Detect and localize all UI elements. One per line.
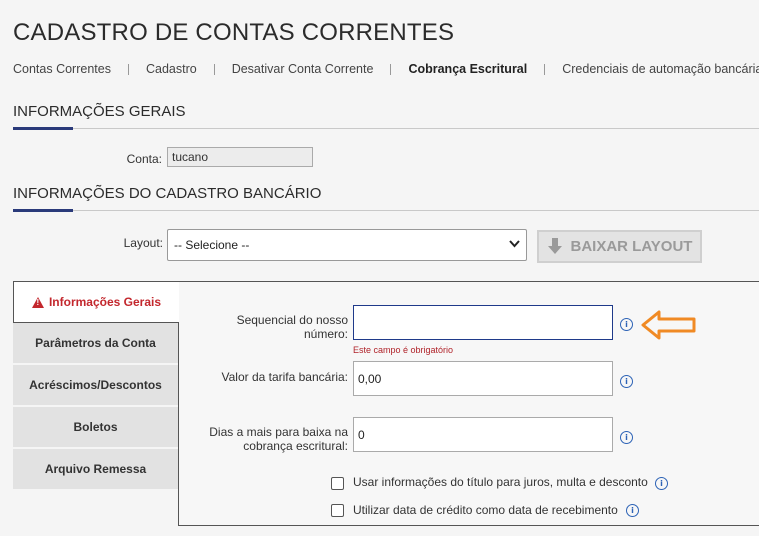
nav-cobranca-escritural[interactable]: Cobrança Escritural <box>408 62 527 76</box>
dias-baixa-input[interactable]: 0 <box>353 417 613 452</box>
dias-baixa-label-line1: Dias a mais para baixa na <box>209 425 348 439</box>
info-icon[interactable]: i <box>620 375 633 388</box>
data-credito-checkbox-label: Utilizar data de crédito como data de re… <box>353 503 618 517</box>
download-layout-button[interactable]: BAIXAR LAYOUT <box>537 230 702 263</box>
section-divider <box>13 127 759 130</box>
nav-separator <box>127 63 129 75</box>
chevron-down-icon <box>509 239 520 251</box>
warning-icon <box>31 296 44 308</box>
nav-separator <box>390 63 392 75</box>
info-icon[interactable]: i <box>626 504 639 517</box>
tab-label: Arquivo Remessa <box>44 462 147 476</box>
info-icon[interactable]: i <box>620 431 633 444</box>
tab-boletos[interactable]: Boletos <box>13 407 178 448</box>
tab-informacoes-gerais[interactable]: Informações Gerais <box>13 281 179 323</box>
download-layout-label: BAIXAR LAYOUT <box>570 238 693 255</box>
info-icon[interactable]: i <box>620 318 633 331</box>
nosso-numero-label-line2: número: <box>303 327 348 341</box>
data-credito-checkbox[interactable] <box>331 504 344 517</box>
download-icon <box>547 237 563 256</box>
tab-label: Acréscimos/Descontos <box>29 378 162 392</box>
tarifa-input[interactable]: 0,00 <box>353 361 613 396</box>
layout-label: Layout: <box>123 236 163 250</box>
page-title: CADASTRO DE CONTAS CORRENTES <box>13 19 455 46</box>
nav-credenciais-automacao[interactable]: Credenciais de automação bancária <box>562 62 759 76</box>
dias-baixa-label: Dias a mais para baixa na cobrança escri… <box>190 425 348 453</box>
layout-select-value: -- Selecione -- <box>174 238 250 252</box>
conta-field: tucano <box>167 147 313 167</box>
nav-desativar-conta[interactable]: Desativar Conta Corrente <box>232 62 374 76</box>
nosso-numero-label-line1: Sequencial do nosso <box>236 313 348 327</box>
nav-cadastro[interactable]: Cadastro <box>146 62 197 76</box>
dias-baixa-label-line2: cobrança escritural: <box>243 439 348 453</box>
tab-label: Boletos <box>73 420 118 434</box>
section-divider <box>13 209 759 212</box>
conta-label: Conta: <box>126 152 162 166</box>
tab-parametros-conta[interactable]: Parâmetros da Conta <box>13 323 178 364</box>
breadcrumb-nav: Contas Correntes Cadastro Desativar Cont… <box>13 62 759 76</box>
nosso-numero-error: Este campo é obrigatório <box>353 345 454 355</box>
nav-contas-correntes[interactable]: Contas Correntes <box>13 62 111 76</box>
tab-acrescimos-descontos[interactable]: Acréscimos/Descontos <box>13 365 178 406</box>
tab-arquivo-remessa[interactable]: Arquivo Remessa <box>13 449 178 490</box>
juros-multa-checkbox[interactable] <box>331 477 344 490</box>
layout-select[interactable]: -- Selecione -- <box>167 229 527 261</box>
section-title-bank: INFORMAÇÕES DO CADASTRO BANCÁRIO <box>13 185 322 202</box>
juros-multa-checkbox-label: Usar informações do título para juros, m… <box>353 475 648 489</box>
nosso-numero-input[interactable] <box>353 305 613 340</box>
nav-separator <box>213 63 215 75</box>
nosso-numero-label: Sequencial do nosso número: <box>190 313 348 341</box>
arrow-left-icon <box>641 309 697 346</box>
tab-label: Informações Gerais <box>48 295 162 309</box>
nav-separator <box>544 63 546 75</box>
section-title-general: INFORMAÇÕES GERAIS <box>13 103 186 120</box>
info-icon[interactable]: i <box>655 477 668 490</box>
tab-label: Parâmetros da Conta <box>35 336 156 350</box>
tarifa-label: Valor da tarifa bancária: <box>221 370 348 384</box>
